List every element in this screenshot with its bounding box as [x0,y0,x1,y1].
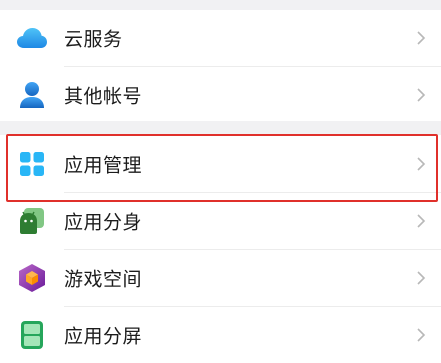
chevron-right-icon [417,271,426,285]
row-label: 其他帐号 [64,85,143,108]
settings-group-accounts: 云服务 其他帐号 [0,10,441,121]
split-screen-icon [16,319,48,351]
row-split-screen[interactable]: 应用分屏 [0,307,441,363]
chevron-right-icon [417,31,426,45]
row-game-space[interactable]: 游戏空间 [0,250,441,306]
chevron-right-icon [417,328,426,342]
chevron-right-icon [417,88,426,102]
row-app-management[interactable]: 应用管理 [0,135,441,192]
row-cloud-service[interactable]: 云服务 [0,10,441,66]
row-other-accounts[interactable]: 其他帐号 [0,67,441,123]
row-label: 应用管理 [64,154,143,176]
row-label: 应用分屏 [64,325,143,348]
row-label: 云服务 [64,28,123,51]
row-label: 应用分身 [64,211,143,234]
person-icon [16,79,48,111]
row-app-clone[interactable]: 应用分身 [0,193,441,249]
settings-group-apps: 应用管理 应用分身 游戏空间 应用分屏 [0,135,441,363]
chevron-right-icon [417,214,426,228]
android-clone-icon [16,205,48,237]
row-label: 游戏空间 [64,268,143,291]
chevron-right-icon [417,156,426,171]
game-cube-icon [16,262,48,294]
app-grid-icon [16,148,48,180]
cloud-icon [16,22,48,54]
